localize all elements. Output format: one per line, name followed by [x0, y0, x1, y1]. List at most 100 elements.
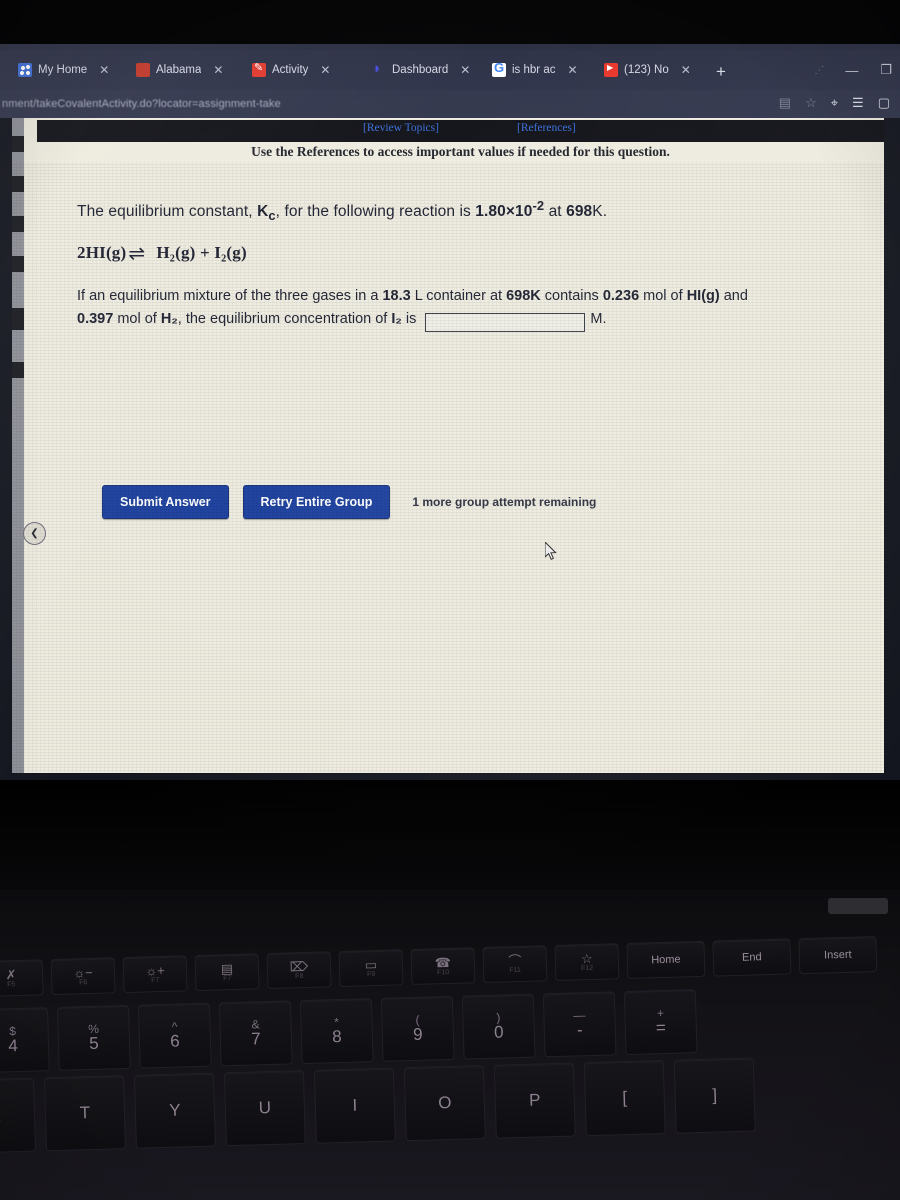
keyboard-letter-row: R T Y U I O P [ ]: [0, 1057, 756, 1154]
restore-button[interactable]: ❐: [880, 62, 892, 78]
submit-answer-button[interactable]: Submit Answer: [102, 485, 229, 519]
key-p[interactable]: P: [493, 1062, 576, 1139]
retry-entire-group-button[interactable]: Retry Entire Group: [242, 485, 391, 519]
key-6[interactable]: ^ 6: [137, 1002, 212, 1069]
tab-label: (123) No: [624, 64, 669, 76]
browser-tab-my-home[interactable]: My Home ✕: [18, 54, 126, 86]
mol-hi-value: 0.236: [602, 288, 640, 305]
browser-tab-alabama[interactable]: Alabama ✕: [136, 54, 248, 86]
collapse-sidebar-button[interactable]: ❮: [23, 522, 46, 545]
key-f12[interactable]: ☆ F12: [554, 943, 620, 982]
activity-pencil-icon: [252, 61, 266, 77]
tab-label: My Home: [38, 64, 88, 76]
keyboard-function-row: ✗ F5 ☼− F6 ☼+ F7 ▤ F7 ⌦ F8 ▭ F9 ☎ F10 ⌒ F11 ☆ F12…: [0, 936, 878, 998]
key-8[interactable]: * 8: [299, 998, 374, 1065]
kc-value: 1.80×10: [475, 203, 533, 221]
new-tab-button[interactable]: +: [716, 62, 726, 82]
browser-tab-strip: My Home ✕ Alabama ✕ Activity ✕ Dashboard…: [0, 50, 900, 90]
question-line-2: If an equilibrium mixture of the three g…: [77, 285, 877, 333]
collections-icon[interactable]: ☰: [852, 95, 864, 111]
key-4[interactable]: $4: [0, 1007, 50, 1074]
key-minus[interactable]: — -: [542, 991, 617, 1058]
key-t[interactable]: T: [43, 1075, 126, 1152]
key-f5[interactable]: ✗ F5: [0, 959, 44, 998]
key-home[interactable]: Home: [626, 940, 706, 980]
alabama-icon: [136, 63, 150, 77]
home-grid-icon: [18, 63, 32, 77]
key-f11[interactable]: ⌒ F11: [482, 945, 548, 984]
browser-tab-google-search[interactable]: is hbr ac ✕: [492, 54, 602, 86]
answer-unit: M.: [590, 311, 607, 328]
youtube-icon: [604, 63, 618, 77]
temperature-value: 698: [566, 203, 593, 221]
temperature-unit: K.: [592, 203, 608, 221]
tab-close-icon[interactable]: ✕: [567, 63, 577, 77]
key-f9[interactable]: ▭ F9: [338, 949, 404, 988]
key-f7[interactable]: ☼+ F7: [122, 955, 188, 994]
tab-close-icon[interactable]: ✕: [99, 63, 109, 77]
tab-label: Alabama: [156, 64, 202, 76]
keyboard: ✗ F5 ☼− F6 ☼+ F7 ▤ F7 ⌦ F8 ▭ F9 ☎ F10 ⌒ F11 ☆ F12…: [0, 935, 900, 1200]
key-7[interactable]: & 7: [218, 1000, 293, 1067]
question-body: The equilibrium constant, Kc, for the fo…: [77, 198, 877, 333]
key-equals[interactable]: + =: [623, 989, 698, 1056]
browser-tab-activity[interactable]: Activity ✕: [252, 54, 362, 86]
tab-close-icon[interactable]: ✕: [460, 63, 470, 77]
species-h2: H₂: [160, 311, 178, 328]
laptop-screen: My Home ✕ Alabama ✕ Activity ✕ Dashboard…: [0, 44, 900, 780]
key-insert[interactable]: Insert: [798, 936, 878, 975]
profile-icon[interactable]: ▢: [878, 95, 890, 111]
key-r[interactable]: R: [0, 1077, 37, 1154]
photo-top-border: [0, 0, 900, 44]
laptop-hinge: [0, 780, 900, 890]
mol-h2-value: 0.397: [77, 311, 114, 328]
tab-label: is hbr ac: [512, 64, 556, 76]
tab-close-icon[interactable]: ✕: [320, 63, 330, 77]
tab-close-icon[interactable]: ✕: [681, 63, 691, 77]
volume-value: 18.3: [382, 288, 411, 305]
web-page: [Review Topics] [References] Use the Ref…: [12, 118, 884, 773]
address-bar-icons: ▤ ☆ ⌖ ☰ ▢: [779, 95, 890, 111]
intro-mid: , for the following reaction is: [275, 203, 476, 221]
equation-reactant: 2HI(g): [77, 243, 127, 263]
key-bracket-left[interactable]: [: [583, 1060, 666, 1137]
star-icon[interactable]: ☆: [805, 95, 817, 111]
references-link[interactable]: [References]: [517, 122, 576, 134]
key-5[interactable]: % 5: [56, 1004, 131, 1071]
window-controls: ⋰ — ❐: [814, 62, 892, 78]
key-u[interactable]: U: [223, 1070, 306, 1147]
tab-label: Dashboard: [392, 64, 449, 76]
key-f6[interactable]: ☼− F6: [50, 957, 116, 996]
browser-tab-youtube[interactable]: (123) No ✕: [604, 54, 712, 86]
intro-at: at: [544, 203, 567, 221]
address-bar[interactable]: nment/takeCovalentActivity.do?locator=as…: [0, 90, 900, 118]
key-9[interactable]: (9: [380, 995, 455, 1062]
key-i[interactable]: I: [313, 1067, 396, 1144]
extensions-icon[interactable]: ⌖: [831, 95, 838, 111]
review-topics-link[interactable]: [Review Topics]: [363, 122, 439, 134]
address-bar-url: nment/takeCovalentActivity.do?locator=as…: [2, 98, 281, 110]
kc-subscript: c: [268, 208, 276, 224]
key-o[interactable]: O: [403, 1065, 486, 1142]
chemical-equation: 2HI(g) H₂(g) + I₂(g): [77, 241, 877, 266]
key-bracket-right[interactable]: ]: [673, 1057, 756, 1134]
body-part-6: mol of: [113, 311, 161, 328]
minimize-button[interactable]: —: [845, 63, 858, 78]
answer-input[interactable]: [425, 313, 586, 333]
assignment-content: [Review Topics] [References] Use the Ref…: [37, 118, 884, 773]
keyboard-number-row: $4 % 5 ^ 6 & 7 * 8 (9 ) 0 — - + =: [0, 989, 698, 1074]
key-f8[interactable]: ⌦ F8: [266, 951, 332, 990]
window-dots-icon[interactable]: ⋰: [814, 65, 824, 76]
tab-label: Activity: [272, 64, 309, 76]
kc-symbol: K: [257, 203, 269, 221]
key-0[interactable]: ) 0: [461, 993, 536, 1060]
browser-tab-dashboard[interactable]: Dashboard ✕: [372, 54, 490, 86]
attempts-remaining-note: 1 more group attempt remaining: [412, 495, 597, 509]
key-f10[interactable]: ☎ F10: [410, 947, 476, 986]
reading-list-icon[interactable]: ▤: [779, 95, 791, 111]
key-y[interactable]: Y: [133, 1072, 216, 1149]
species-i2: I₂: [391, 311, 402, 328]
key-end[interactable]: End: [712, 938, 792, 977]
key-f7b[interactable]: ▤ F7: [194, 953, 260, 992]
tab-close-icon[interactable]: ✕: [213, 63, 223, 77]
